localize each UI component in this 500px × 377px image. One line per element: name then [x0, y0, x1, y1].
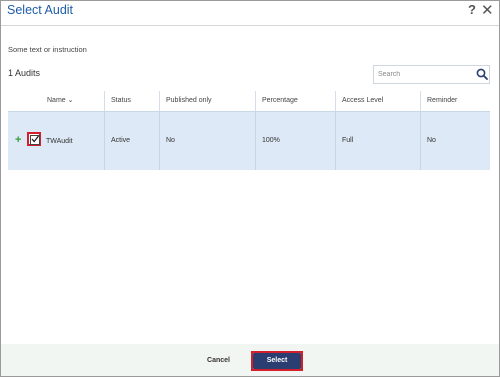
table-row[interactable]: + TWAudit Active No 100% Full No — [8, 112, 490, 170]
cell-status: Active — [104, 112, 156, 170]
select-audit-dialog: Select Audit ? ✕ Some text or instructio… — [0, 0, 500, 377]
row-checkbox[interactable] — [27, 132, 41, 146]
search-icon[interactable] — [476, 68, 488, 80]
column-header-access-level[interactable]: Access Level — [335, 91, 417, 111]
instruction-text: Some text or instruction — [8, 45, 87, 54]
close-icon[interactable]: ✕ — [481, 1, 494, 19]
cell-reminder: No — [420, 112, 490, 170]
select-button[interactable]: Select — [253, 353, 301, 369]
search-input[interactable] — [376, 67, 470, 81]
checkmark-icon — [31, 135, 40, 143]
column-header-percentage[interactable]: Percentage — [255, 91, 332, 111]
dialog-title: Select Audit — [7, 3, 74, 17]
audit-table: Name ⌄ Status Published only Percentage … — [8, 91, 490, 170]
cell-access-level: Full — [335, 112, 417, 170]
cancel-button[interactable]: Cancel — [192, 353, 245, 369]
expand-plus-icon[interactable]: + — [15, 134, 21, 146]
dialog-title-bar: Select Audit ? ✕ — [1, 1, 499, 26]
search-box[interactable] — [373, 65, 490, 84]
cell-published-only: No — [159, 112, 252, 170]
table-header: Name ⌄ Status Published only Percentage … — [8, 91, 490, 112]
dialog-footer — [1, 344, 499, 376]
audit-count: 1 Audits — [8, 68, 41, 78]
cell-percentage: 100% — [255, 112, 332, 170]
sort-chevron-icon[interactable]: ⌄ — [68, 97, 74, 104]
column-header-published-only[interactable]: Published only — [159, 91, 252, 111]
column-header-name[interactable]: Name ⌄ — [41, 91, 109, 111]
cell-name: TWAudit — [46, 138, 73, 145]
help-icon[interactable]: ? — [468, 2, 476, 17]
column-header-name-label: Name — [47, 97, 66, 104]
column-header-reminder[interactable]: Reminder — [420, 91, 490, 111]
column-header-status[interactable]: Status — [104, 91, 156, 111]
